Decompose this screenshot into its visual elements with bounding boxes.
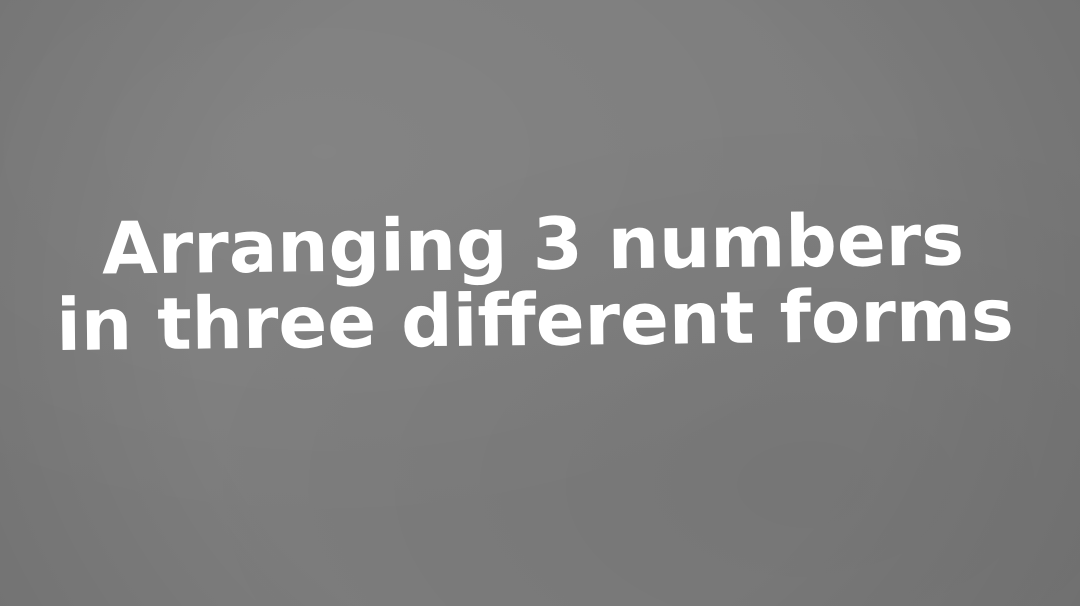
title-slide: Arranging 3 numbers in three different f… <box>0 0 1080 606</box>
title-block: Arranging 3 numbers in three different f… <box>0 197 1080 367</box>
title-line-2: in three different forms <box>55 272 1015 368</box>
